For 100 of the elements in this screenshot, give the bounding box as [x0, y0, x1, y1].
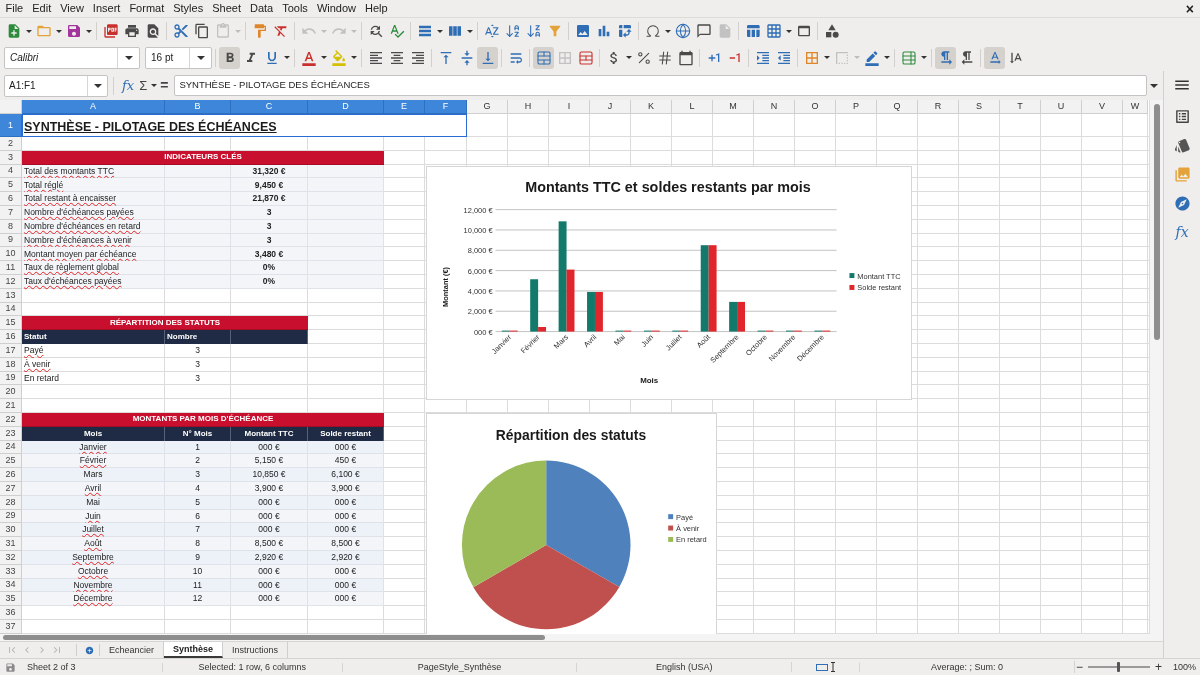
caret-down-icon [93, 83, 102, 88]
row-header[interactable]: 31 [0, 537, 22, 551]
formula-button[interactable]: = [158, 74, 171, 97]
text-horizontal-button[interactable] [984, 46, 1005, 69]
column-header[interactable]: G [467, 100, 508, 114]
caret-down-icon [234, 29, 241, 33]
table-cell: 2 [165, 454, 231, 469]
menu-item[interactable]: View [55, 0, 89, 17]
row-header[interactable]: 21 [0, 399, 22, 413]
slider-thumb[interactable] [1117, 662, 1121, 672]
row-header[interactable]: 20 [0, 385, 22, 400]
menu-item[interactable]: Insert [88, 0, 125, 17]
formula-input[interactable]: SYNTHÈSE - PILOTAGE DES ÉCHÉANCES [174, 75, 1147, 96]
functions-button[interactable]: fx [1171, 221, 1193, 243]
scrollbar-thumb[interactable] [1153, 104, 1160, 340]
row-header[interactable]: 11 [0, 261, 22, 275]
column-header[interactable]: V [1082, 100, 1123, 114]
column-header[interactable]: D [308, 100, 384, 114]
font-name-field[interactable]: Calibri [4, 46, 140, 69]
speech-bubble-icon [695, 23, 712, 39]
column-header[interactable]: U [1041, 100, 1082, 114]
sum-button[interactable]: Σ [137, 74, 150, 97]
menu-item[interactable]: Edit [27, 0, 56, 17]
name-box[interactable]: A1:F1 [4, 74, 108, 97]
table-cell: 7 [165, 523, 231, 538]
row-header[interactable]: 1 [0, 114, 22, 137]
menu-item[interactable]: Sheet [207, 0, 246, 17]
menu-item[interactable]: Format [124, 0, 169, 17]
selection-mode-icon [815, 662, 836, 672]
table-cell: 000 € [308, 592, 384, 607]
globe-icon [674, 23, 691, 39]
table-cell: Montant moyen par échéance [22, 247, 165, 262]
row-header[interactable]: 16 [0, 330, 22, 344]
vertical-scrollbar[interactable] [1149, 100, 1163, 634]
column-header[interactable]: C [231, 100, 308, 114]
row-header[interactable]: 36 [0, 606, 22, 620]
caret-down-icon [350, 29, 357, 33]
grid-icon [765, 23, 782, 39]
column-header[interactable]: F [425, 100, 467, 114]
menu-item[interactable]: File [1, 0, 28, 17]
printer-icon [123, 23, 140, 39]
menu-item[interactable]: Data [245, 0, 278, 17]
sheet-tab[interactable]: Synthèse [164, 642, 224, 658]
function-wizard-button[interactable]: fx [119, 74, 138, 97]
column-header[interactable]: M [713, 100, 754, 114]
left-to-right-button[interactable] [935, 46, 956, 69]
caret-down-icon [320, 56, 327, 59]
row-header[interactable]: 10 [0, 247, 22, 262]
row-header[interactable]: 6 [0, 192, 22, 206]
sheet-tab[interactable]: Instructions [223, 642, 289, 658]
paint-bucket-icon [330, 49, 347, 66]
horizontal-scrollbar[interactable] [0, 634, 1163, 641]
row-header[interactable]: 30 [0, 523, 22, 538]
column-header[interactable]: L [672, 100, 713, 114]
bold-button[interactable] [219, 46, 240, 69]
table-cell: 5,150 € [231, 454, 308, 469]
column-header[interactable]: H [508, 100, 549, 114]
column-header[interactable]: I [549, 100, 590, 114]
column-header[interactable]: P [836, 100, 877, 114]
table-properties-icon [900, 49, 917, 66]
menu-item[interactable]: Help [360, 0, 393, 17]
column-header[interactable]: K [631, 100, 672, 114]
menu-item[interactable]: Tools [277, 0, 313, 17]
table-cell: 000 € [231, 592, 308, 607]
column-header[interactable]: O [795, 100, 836, 114]
row-header[interactable]: 15 [0, 316, 22, 331]
column-header[interactable]: S [959, 100, 1000, 114]
menu-item[interactable]: Window [312, 0, 361, 17]
border-grid-icon [803, 49, 820, 66]
column-header[interactable]: E [384, 100, 425, 114]
font-size-field[interactable]: 16 pt [145, 46, 212, 69]
photos-icon [1173, 165, 1191, 183]
column-header[interactable]: N [754, 100, 795, 114]
table-cell: Total restant à encaisser [22, 192, 165, 206]
column-header[interactable]: J [590, 100, 631, 114]
column-header[interactable]: R [918, 100, 959, 114]
row-header[interactable]: 2 [0, 137, 22, 151]
column-header[interactable]: Q [877, 100, 918, 114]
table-cell: Nombre d'échéances à venir [22, 233, 165, 248]
column-header[interactable]: T [1000, 100, 1041, 114]
menu-item[interactable]: Styles [168, 0, 208, 17]
row-header[interactable]: 35 [0, 592, 22, 607]
row-header[interactable]: 25 [0, 454, 22, 469]
column-header[interactable]: A [22, 100, 165, 114]
align-bottom-button[interactable] [477, 46, 498, 69]
column-header[interactable]: W [1123, 100, 1148, 114]
row-header[interactable]: 5 [0, 178, 22, 193]
table-header-cell: Statut [22, 330, 165, 344]
image-icon [574, 23, 591, 39]
zoom-in-button[interactable]: + [1153, 661, 1163, 673]
merge-and-center-button[interactable] [533, 46, 554, 69]
scrollbar-thumb[interactable] [3, 635, 545, 640]
table-cell: 10,850 € [231, 468, 308, 482]
table-cell: 0% [231, 261, 308, 275]
close-button[interactable]: × [1179, 0, 1200, 17]
table-cell: 450 € [308, 454, 384, 469]
zoom-out-button[interactable]: − [1074, 661, 1084, 673]
caret-down-icon [196, 55, 205, 60]
row-header[interactable]: 26 [0, 468, 22, 482]
column-header[interactable]: B [165, 100, 231, 114]
